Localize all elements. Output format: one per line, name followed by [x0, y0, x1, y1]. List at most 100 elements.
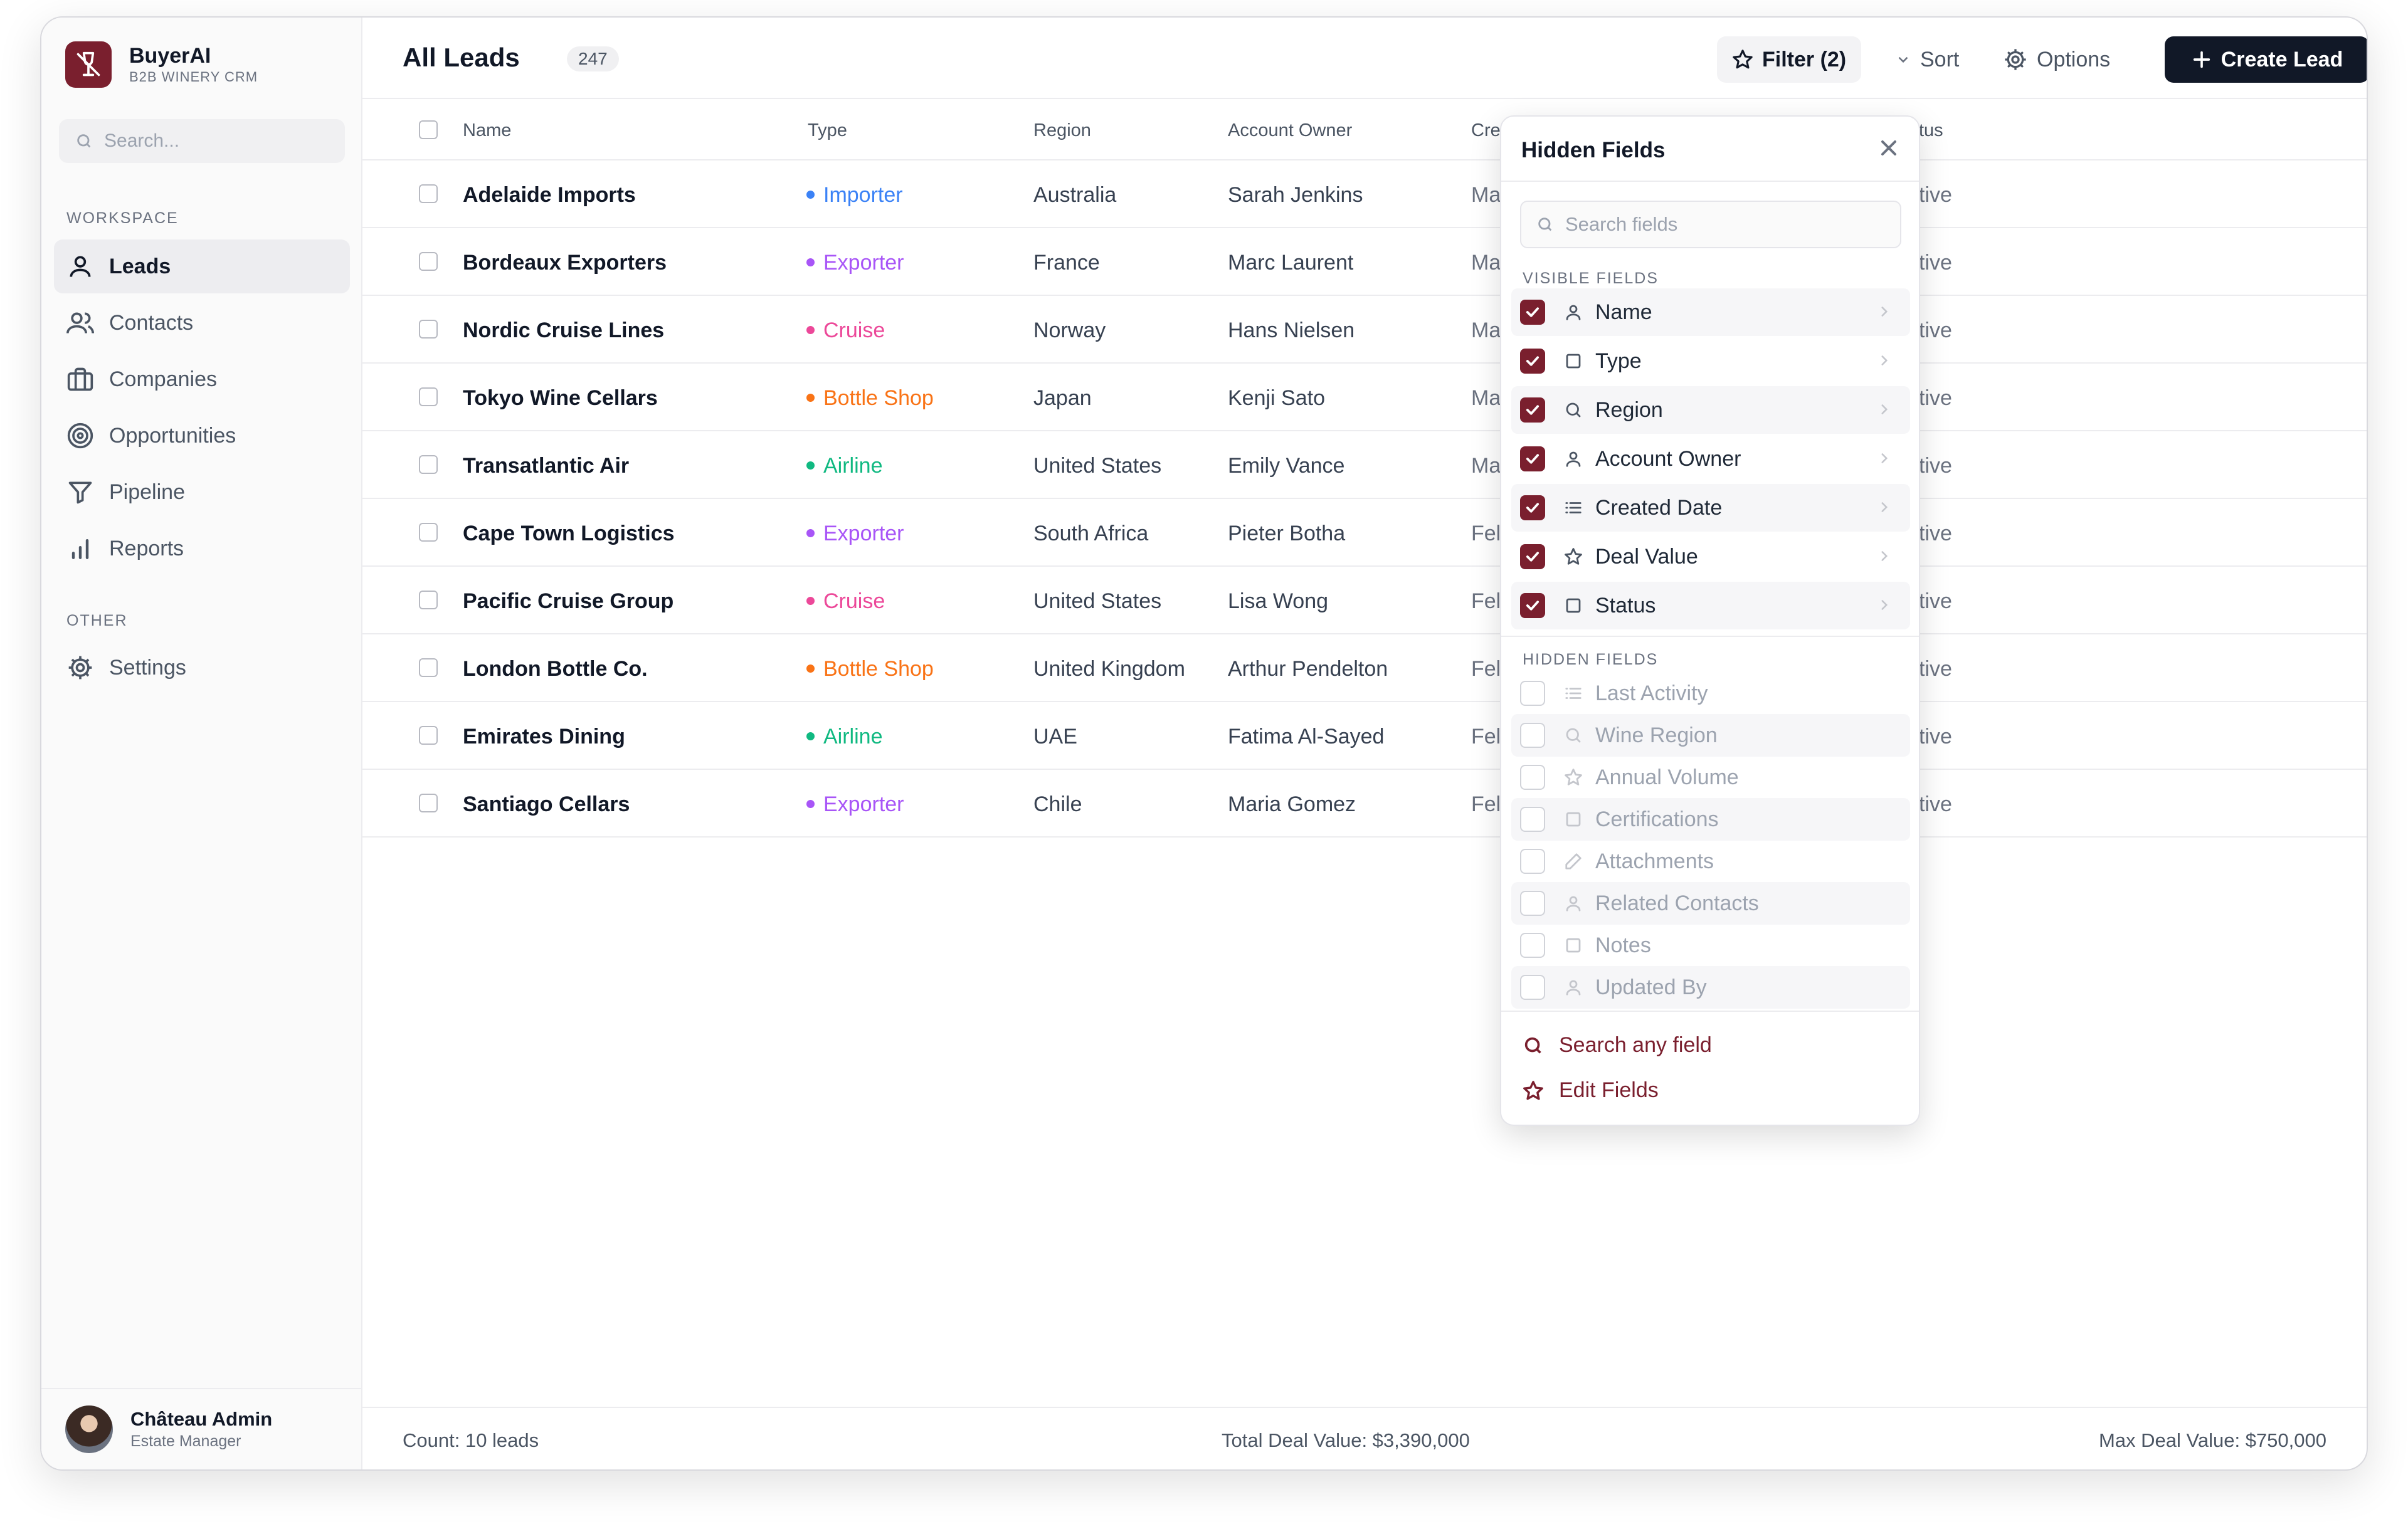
- lead-account-owner: Pieter Botha: [1228, 522, 1346, 545]
- sidebar-item-leads[interactable]: Leads: [54, 239, 350, 293]
- chevron-right-icon[interactable]: [1876, 596, 1893, 617]
- lead-name[interactable]: Nordic Cruise Lines: [463, 318, 664, 343]
- table-row[interactable]: Tokyo Wine Cellars Bottle Shop Japan Kenji …: [362, 364, 2367, 431]
- sidebar-item-opportunities[interactable]: Opportunities: [54, 409, 350, 463]
- visible-field-row[interactable]: Created Date: [1511, 484, 1910, 532]
- field-checkbox-checked[interactable]: [1520, 593, 1545, 618]
- lead-name[interactable]: Tokyo Wine Cellars: [463, 386, 658, 411]
- table-row[interactable]: Adelaide Imports Importer Australia Sarah J…: [362, 160, 2367, 228]
- table-row[interactable]: Cape Town Logistics Exporter South Africa P…: [362, 499, 2367, 567]
- table-row[interactable]: Santiago Cellars Exporter Chile Maria Gomez…: [362, 770, 2367, 838]
- table-row[interactable]: Transatlantic Air Airline United States Emi…: [362, 431, 2367, 499]
- hidden-field-row[interactable]: Annual Volume: [1511, 756, 1910, 799]
- close-icon[interactable]: [1876, 135, 1901, 160]
- row-checkbox[interactable]: [419, 252, 438, 271]
- field-checkbox-checked[interactable]: [1520, 300, 1545, 325]
- lead-name[interactable]: Emirates Dining: [463, 725, 625, 749]
- table-row[interactable]: London Bottle Co. Bottle Shop United Kingd…: [362, 634, 2367, 702]
- visible-field-row[interactable]: Status: [1511, 582, 1910, 629]
- chevron-right-icon[interactable]: [1876, 498, 1893, 520]
- create-lead-button[interactable]: Create Lead: [2165, 36, 2367, 83]
- field-checkbox-unchecked[interactable]: [1520, 891, 1545, 916]
- field-checkbox-unchecked[interactable]: [1520, 681, 1545, 706]
- lead-type-label: Bottle Shop: [823, 657, 934, 681]
- field-checkbox-checked[interactable]: [1520, 446, 1545, 471]
- column-header-region[interactable]: Region: [1033, 120, 1091, 141]
- lead-name[interactable]: Santiago Cellars: [463, 792, 630, 817]
- hidden-field-row[interactable]: Last Activity: [1511, 672, 1910, 715]
- hidden-field-row[interactable]: Attachments: [1511, 840, 1910, 883]
- visible-field-row[interactable]: Deal Value: [1511, 533, 1910, 581]
- select-all-checkbox[interactable]: [419, 120, 438, 139]
- sidebar-item-pipeline[interactable]: Pipeline: [54, 465, 350, 519]
- sidebar-item-companies[interactable]: Companies: [54, 352, 350, 406]
- lead-name[interactable]: London Bottle Co.: [463, 657, 648, 681]
- field-checkbox-checked[interactable]: [1520, 349, 1545, 374]
- field-checkbox-unchecked[interactable]: [1520, 975, 1545, 1000]
- options-button[interactable]: Options: [1988, 36, 2125, 83]
- field-checkbox-checked[interactable]: [1520, 495, 1545, 520]
- chevron-right-icon[interactable]: [1876, 400, 1893, 422]
- hidden-field-row[interactable]: Notes: [1511, 924, 1910, 967]
- hidden-field-row[interactable]: Updated By: [1511, 966, 1910, 1009]
- sidebar-item-settings[interactable]: Settings: [54, 641, 350, 695]
- row-checkbox[interactable]: [419, 794, 438, 812]
- visible-field-row[interactable]: Type: [1511, 337, 1910, 385]
- field-checkbox-unchecked[interactable]: [1520, 723, 1545, 748]
- chevron-right-icon[interactable]: [1876, 302, 1893, 324]
- field-checkbox-checked[interactable]: [1520, 397, 1545, 423]
- user-role: Estate Manager: [130, 1432, 241, 1450]
- sidebar-item-contacts[interactable]: Contacts: [54, 296, 350, 350]
- visible-field-row[interactable]: Region: [1511, 386, 1910, 434]
- hidden-field-row[interactable]: Wine Region: [1511, 714, 1910, 757]
- column-header-type[interactable]: Type: [808, 120, 847, 141]
- table-row[interactable]: Nordic Cruise Lines Cruise Norway Hans Niel…: [362, 296, 2367, 364]
- column-header-name[interactable]: Name: [463, 120, 511, 141]
- lead-created-date: Fel: [1471, 792, 1501, 816]
- row-checkbox[interactable]: [419, 523, 438, 542]
- visible-field-row[interactable]: Account Owner: [1511, 435, 1910, 483]
- row-checkbox[interactable]: [419, 658, 438, 677]
- sort-label: Sort: [1920, 47, 1960, 71]
- field-checkbox-unchecked[interactable]: [1520, 849, 1545, 874]
- sort-button[interactable]: Sort: [1880, 36, 1974, 83]
- column-header-account-owner[interactable]: Account Owner: [1228, 120, 1352, 141]
- page-title: All Leads: [403, 43, 520, 72]
- lead-name[interactable]: Pacific Cruise Group: [463, 589, 673, 614]
- row-checkbox[interactable]: [419, 387, 438, 406]
- field-search-input[interactable]: Search fields: [1520, 201, 1901, 248]
- lead-type: Exporter: [806, 792, 904, 817]
- lead-name[interactable]: Bordeaux Exporters: [463, 251, 667, 275]
- sidebar-item-reports[interactable]: Reports: [54, 522, 350, 575]
- edit-fields-button[interactable]: Edit Fields: [1523, 1078, 1659, 1103]
- brand[interactable]: BuyerAI B2B WINERY CRM: [65, 41, 258, 88]
- chevron-right-icon[interactable]: [1876, 547, 1893, 569]
- square-icon: [1563, 935, 1584, 956]
- chevron-right-icon[interactable]: [1876, 351, 1893, 373]
- row-checkbox[interactable]: [419, 591, 438, 609]
- field-checkbox-unchecked[interactable]: [1520, 765, 1545, 790]
- search-any-field-button[interactable]: Search any field: [1523, 1033, 1712, 1058]
- row-checkbox[interactable]: [419, 726, 438, 745]
- row-checkbox[interactable]: [419, 184, 438, 203]
- hidden-field-row[interactable]: Related Contacts: [1511, 882, 1910, 925]
- lead-name[interactable]: Cape Town Logistics: [463, 522, 675, 546]
- sidebar-search-input[interactable]: Search...: [59, 119, 345, 163]
- column-header-created[interactable]: Cre: [1471, 120, 1501, 141]
- visible-field-row[interactable]: Name: [1511, 288, 1910, 336]
- field-checkbox-unchecked[interactable]: [1520, 807, 1545, 832]
- hidden-field-row[interactable]: Certifications: [1511, 798, 1910, 841]
- row-checkbox[interactable]: [419, 320, 438, 339]
- user-profile[interactable]: Château Admin Estate Manager: [41, 1388, 361, 1469]
- column-header-status[interactable]: tus: [1919, 120, 1943, 141]
- table-row[interactable]: Bordeaux Exporters Exporter France Marc Lau…: [362, 228, 2367, 296]
- field-checkbox-unchecked[interactable]: [1520, 933, 1545, 958]
- lead-name[interactable]: Transatlantic Air: [463, 454, 629, 478]
- field-checkbox-checked[interactable]: [1520, 544, 1545, 569]
- row-checkbox[interactable]: [419, 455, 438, 474]
- filter-button[interactable]: Filter (2): [1717, 36, 1862, 83]
- table-row[interactable]: Emirates Dining Airline UAE Fatima Al-Sayed…: [362, 702, 2367, 770]
- table-row[interactable]: Pacific Cruise Group Cruise United States L…: [362, 567, 2367, 634]
- lead-name[interactable]: Adelaide Imports: [463, 183, 636, 208]
- chevron-right-icon[interactable]: [1876, 449, 1893, 471]
